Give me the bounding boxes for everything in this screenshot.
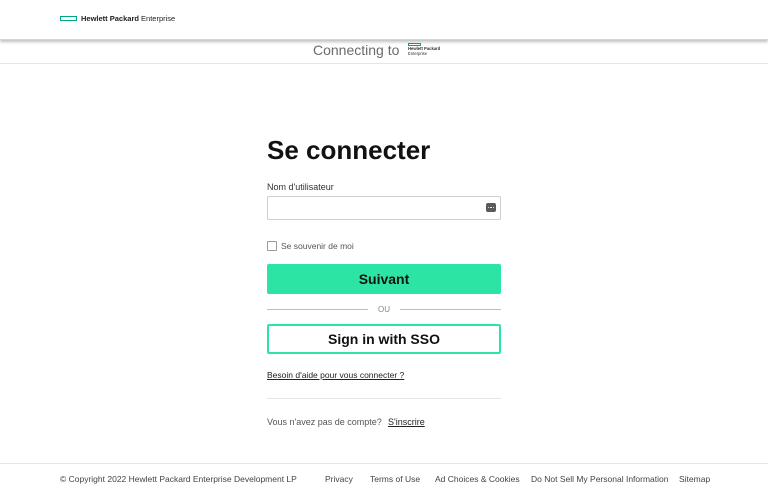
footer-link-do-not-sell[interactable]: Do Not Sell My Personal Information bbox=[531, 474, 668, 484]
password-manager-icon[interactable] bbox=[486, 203, 496, 212]
next-button[interactable]: Suivant bbox=[267, 264, 501, 294]
remember-me-checkbox[interactable] bbox=[267, 241, 277, 251]
hpe-logo-icon bbox=[60, 16, 77, 21]
brand-name-bold: Hewlett Packard bbox=[81, 14, 139, 23]
footer: © Copyright 2022 Hewlett Packard Enterpr… bbox=[0, 463, 768, 491]
separator bbox=[267, 398, 501, 399]
footer-link-ad-choices[interactable]: Ad Choices & Cookies bbox=[435, 474, 520, 484]
connecting-label: Connecting to bbox=[313, 42, 400, 58]
help-link[interactable]: Besoin d'aide pour vous connecter ? bbox=[267, 370, 404, 380]
page-title: Se connecter bbox=[267, 135, 431, 165]
connecting-hpe-logo: Hewlett Packard Enterprise bbox=[408, 43, 448, 56]
no-account-text: Vous n'avez pas de compte? bbox=[267, 417, 382, 427]
username-label: Nom d'utilisateur bbox=[267, 182, 334, 192]
brand-name: Hewlett Packard Enterprise bbox=[81, 14, 175, 23]
username-input[interactable] bbox=[267, 196, 501, 220]
remember-me-label[interactable]: Se souvenir de moi bbox=[281, 241, 354, 251]
hpe-logo[interactable]: Hewlett Packard Enterprise bbox=[60, 14, 175, 23]
connecting-banner: Connecting to Hewlett Packard Enterprise bbox=[0, 40, 768, 64]
mini-logo-line2: Enterprise bbox=[408, 51, 428, 56]
divider-line-right bbox=[400, 309, 501, 310]
sso-button[interactable]: Sign in with SSO bbox=[267, 324, 501, 354]
signup-link[interactable]: S'inscrire bbox=[388, 417, 425, 427]
or-divider: OU bbox=[267, 304, 501, 316]
remember-me[interactable]: Se souvenir de moi bbox=[267, 241, 354, 251]
brand-name-light: Enterprise bbox=[141, 14, 176, 23]
top-header: Hewlett Packard Enterprise bbox=[0, 0, 768, 40]
footer-link-terms[interactable]: Terms of Use bbox=[370, 474, 420, 484]
copyright-text: © Copyright 2022 Hewlett Packard Enterpr… bbox=[60, 474, 297, 484]
footer-link-privacy[interactable]: Privacy bbox=[325, 474, 353, 484]
footer-link-sitemap[interactable]: Sitemap bbox=[679, 474, 710, 484]
